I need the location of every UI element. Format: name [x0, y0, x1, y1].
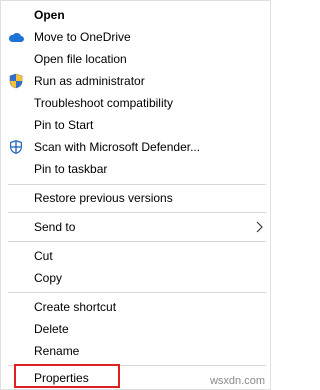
menu-item-label: Troubleshoot compatibility [34, 96, 173, 110]
menu-item-label: Open [34, 8, 65, 22]
menu-separator [8, 184, 266, 185]
menu-item-rename[interactable]: Rename [1, 340, 270, 362]
menu-item-label: Send to [34, 220, 76, 234]
menu-item-label: Run as administrator [34, 74, 145, 88]
menu-separator [8, 292, 266, 293]
menu-item-scan-with-defender[interactable]: Scan with Microsoft Defender... [1, 136, 270, 158]
menu-item-label: Scan with Microsoft Defender... [34, 140, 201, 154]
menu-item-copy[interactable]: Copy [1, 267, 270, 289]
menu-item-label: Copy [34, 271, 63, 285]
menu-item-label: Open file location [34, 52, 127, 66]
defender-icon [8, 139, 24, 155]
menu-item-run-as-administrator[interactable]: Run as administrator [1, 70, 270, 92]
menu-item-cut[interactable]: Cut [1, 245, 270, 267]
menu-item-label: Create shortcut [34, 300, 117, 314]
menu-separator [8, 241, 266, 242]
menu-item-open-file-location[interactable]: Open file location [1, 48, 270, 70]
menu-item-open[interactable]: Open [1, 4, 270, 26]
menu-item-send-to[interactable]: Send to [1, 216, 270, 238]
menu-item-label: Move to OneDrive [34, 30, 131, 44]
menu-item-label: Restore previous versions [34, 191, 173, 205]
menu-item-restore-previous-versions[interactable]: Restore previous versions [1, 187, 270, 209]
menu-item-move-to-onedrive[interactable]: Move to OneDrive [1, 26, 270, 48]
menu-item-label: Delete [34, 322, 69, 336]
context-menu: Open Move to OneDrive Open file location… [0, 0, 271, 390]
menu-item-troubleshoot-compatibility[interactable]: Troubleshoot compatibility [1, 92, 270, 114]
menu-item-label: Cut [34, 249, 53, 263]
properties-highlight-box [14, 364, 120, 388]
menu-item-label: Rename [34, 344, 80, 358]
uac-shield-icon [8, 73, 24, 89]
menu-item-delete[interactable]: Delete [1, 318, 270, 340]
menu-separator [8, 212, 266, 213]
chevron-right-icon [254, 221, 264, 233]
watermark-text: wsxdn.com [209, 375, 265, 387]
menu-item-label: Pin to taskbar [34, 162, 108, 176]
menu-item-create-shortcut[interactable]: Create shortcut [1, 296, 270, 318]
onedrive-cloud-icon [8, 29, 24, 45]
menu-item-pin-to-start[interactable]: Pin to Start [1, 114, 270, 136]
menu-item-pin-to-taskbar[interactable]: Pin to taskbar [1, 158, 270, 180]
menu-item-label: Pin to Start [34, 118, 94, 132]
